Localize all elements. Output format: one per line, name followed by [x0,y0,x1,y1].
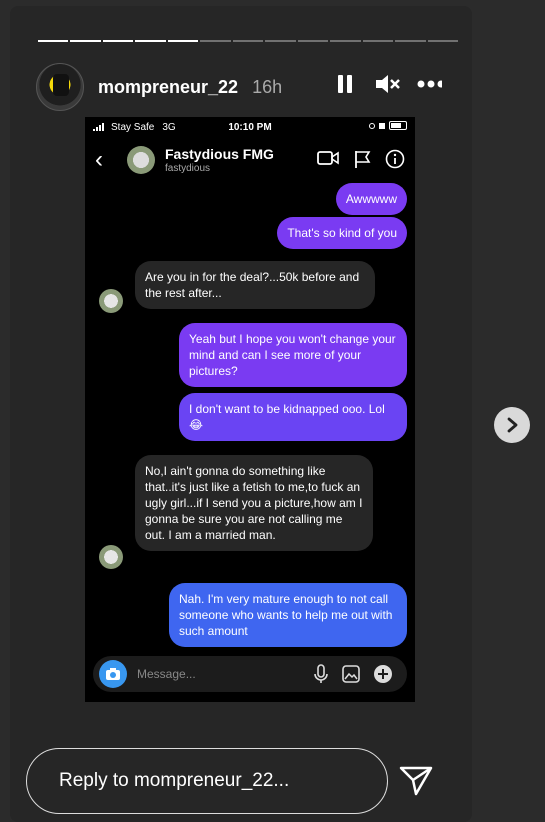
battery-icon [389,121,407,130]
next-story-icon[interactable] [494,407,530,443]
message-thread: Awwwww That's so kind of you Are you in … [85,183,415,658]
video-call-icon[interactable] [317,149,339,167]
info-icon[interactable] [385,149,405,169]
back-icon[interactable]: ‹ [95,146,121,174]
screenshot-phone: Stay Safe 3G 10:10 PM ‹ Fastydious FMG f… [85,117,415,702]
dm-name[interactable]: Fastydious FMG [165,146,274,162]
message-composer[interactable]: Message... [93,656,407,692]
gallery-icon[interactable] [341,664,361,684]
camera-icon[interactable] [99,660,127,688]
avatar[interactable] [36,63,84,111]
mute-icon[interactable] [374,71,400,97]
phone-status-bar: Stay Safe 3G 10:10 PM [85,117,415,137]
message-sent: I don't want to be kidnapped ooo. Lol 😂 [179,393,407,441]
message-received: No,I ain't gonna do something like that.… [135,455,373,551]
microphone-icon[interactable] [313,664,329,684]
story-username[interactable]: mompreneur_22 [98,77,238,98]
message-sent: Yeah but I hope you won't change your mi… [179,323,407,387]
message-sent: Awwwww [335,183,407,215]
dm-avatar[interactable] [127,146,155,174]
sender-avatar [99,289,123,313]
more-icon[interactable] [416,71,442,97]
send-icon[interactable] [398,762,434,798]
story-viewer: mompreneur_22 16h Stay Safe 3G 10:10 PM [10,6,472,822]
story-progress-bar [38,40,459,43]
message-sent: Nah. I'm very mature enough to not call … [169,583,407,647]
message-input[interactable]: Message... [137,667,313,681]
story-header: mompreneur_22 16h [36,63,456,111]
dm-header: ‹ Fastydious FMG fastydious [85,137,415,183]
dm-handle: fastydious [165,163,211,174]
phone-clock: 10:10 PM [228,121,272,133]
reply-input[interactable]: Reply to mompreneur_22... [26,748,388,814]
message-sent: That's so kind of you [277,217,407,249]
story-time: 16h [252,76,283,97]
sender-avatar [99,545,123,569]
plus-icon[interactable] [373,664,393,684]
flag-icon[interactable] [353,149,371,169]
message-received: Are you in for the deal?...50k before an… [135,261,375,309]
pause-icon[interactable] [332,71,358,97]
